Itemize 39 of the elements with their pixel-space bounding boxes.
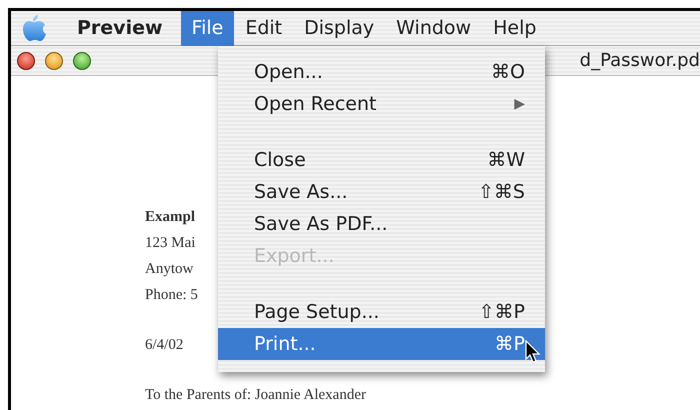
menu-item[interactable]: Page Setup... ⇧⌘P (218, 296, 545, 328)
minimize-button[interactable] (45, 52, 63, 70)
document-text: Phone: 5 (145, 286, 198, 305)
menu-bar-item[interactable]: Help (482, 10, 548, 46)
menu-item[interactable]: Save As... ⇧⌘S (218, 176, 545, 208)
document-text: Anytow (145, 260, 194, 279)
menu-item-label: Export... (254, 244, 334, 269)
keyboard-shortcut: ⇧⌘S (478, 180, 525, 205)
keyboard-shortcut: ⌘O (491, 60, 525, 85)
zoom-button[interactable] (73, 52, 91, 70)
document-text: To the Parents of: Joannie Alexander (145, 386, 366, 405)
keyboard-shortcut: ⌘P (494, 332, 525, 357)
menu-bar-item[interactable]: Window (385, 10, 482, 46)
menu-item[interactable]: Open Recent ▶ (218, 88, 545, 120)
mouse-pointer-icon (525, 340, 541, 364)
menu-item-label: Open... (254, 60, 323, 85)
menu-bar-item[interactable]: Display (293, 10, 386, 46)
keyboard-shortcut: ⌘W (487, 148, 525, 173)
document-text: 123 Mai (145, 234, 196, 253)
menu-item-label: Save As... (254, 180, 348, 205)
menu-item-label: Close (254, 148, 306, 173)
menu-item[interactable]: Close ⌘W (218, 144, 545, 176)
menu-item[interactable]: Print... ⌘P (218, 328, 545, 360)
menu-bar-item[interactable]: File (180, 10, 234, 46)
app-menu[interactable]: Preview (77, 14, 163, 42)
menu-item[interactable]: Save As PDF... (218, 208, 545, 240)
submenu-arrow: ▶ (514, 94, 525, 114)
apple-logo-icon[interactable] (21, 13, 47, 43)
close-button[interactable] (17, 52, 35, 70)
document-text: Exampl (145, 208, 196, 227)
document-text: 6/4/02 (145, 336, 184, 355)
menu-item-label: Page Setup... (254, 300, 380, 325)
window-title: d_Passwor.pd (580, 49, 700, 73)
menu-bar-item[interactable]: Edit (234, 10, 294, 46)
menu-item[interactable]: Open... ⌘O (218, 56, 545, 88)
keyboard-shortcut: ⇧⌘P (478, 300, 525, 325)
menu-item-label: Print... (254, 332, 316, 357)
menu-item-label: Save As PDF... (254, 212, 388, 237)
menu-item-label: Open Recent (254, 92, 376, 117)
